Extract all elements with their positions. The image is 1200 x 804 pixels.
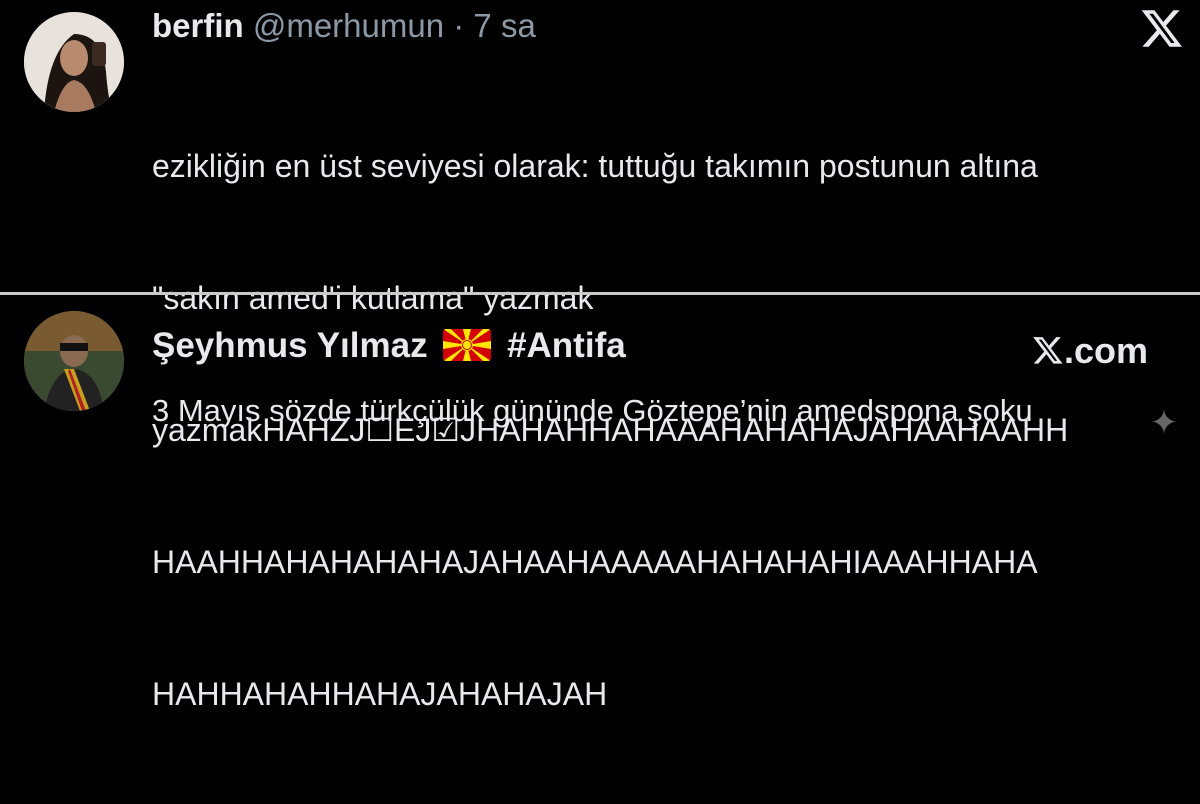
x-logo-icon — [1140, 6, 1184, 50]
separator-dot: · — [453, 7, 465, 44]
hashtag[interactable]: #Antifa — [507, 326, 626, 365]
tweet-text-line: ezikliğin en üst seviyesi olarak: tuttuğ… — [152, 148, 1038, 184]
tweet-text-line: HAHHAHAHHAHAJAHAHAJAH — [152, 676, 608, 712]
display-name[interactable]: Şeyhmus Yılmaz — [152, 326, 428, 365]
source-domain: .com — [1064, 330, 1149, 371]
north-macedonia-flag-icon — [443, 329, 492, 361]
tweet-card-berfin[interactable]: berfin @merhumun · 7 sa ezikliğin en üst… — [0, 0, 1200, 712]
tweet-text-line: HAAHHAHAHAHAHAJAHAAHAAAAAHAHAHAHIAAAHHAH… — [152, 544, 1038, 580]
sparkle-icon: ✦ — [1149, 404, 1179, 442]
source-link[interactable]: .com — [1032, 331, 1148, 371]
tweet-header: berfin @merhumun · 7 sa — [152, 4, 536, 48]
x-logo-icon — [1032, 334, 1064, 366]
tweet-card-seyhmus[interactable]: Şeyhmus Yılmaz #Antifa .com 3 Mayıs sözd… — [0, 295, 1200, 461]
avatar[interactable] — [24, 311, 124, 411]
avatar[interactable] — [24, 12, 124, 112]
user-handle[interactable]: @merhumun — [253, 7, 444, 44]
tweet-header: Şeyhmus Yılmaz #Antifa — [152, 323, 626, 369]
tweet-text: 3 Mayıs sözde türkçülük gününde Göztepe’… — [152, 393, 1033, 428]
timestamp[interactable]: 7 sa — [473, 7, 535, 44]
display-name[interactable]: berfin — [152, 7, 244, 44]
